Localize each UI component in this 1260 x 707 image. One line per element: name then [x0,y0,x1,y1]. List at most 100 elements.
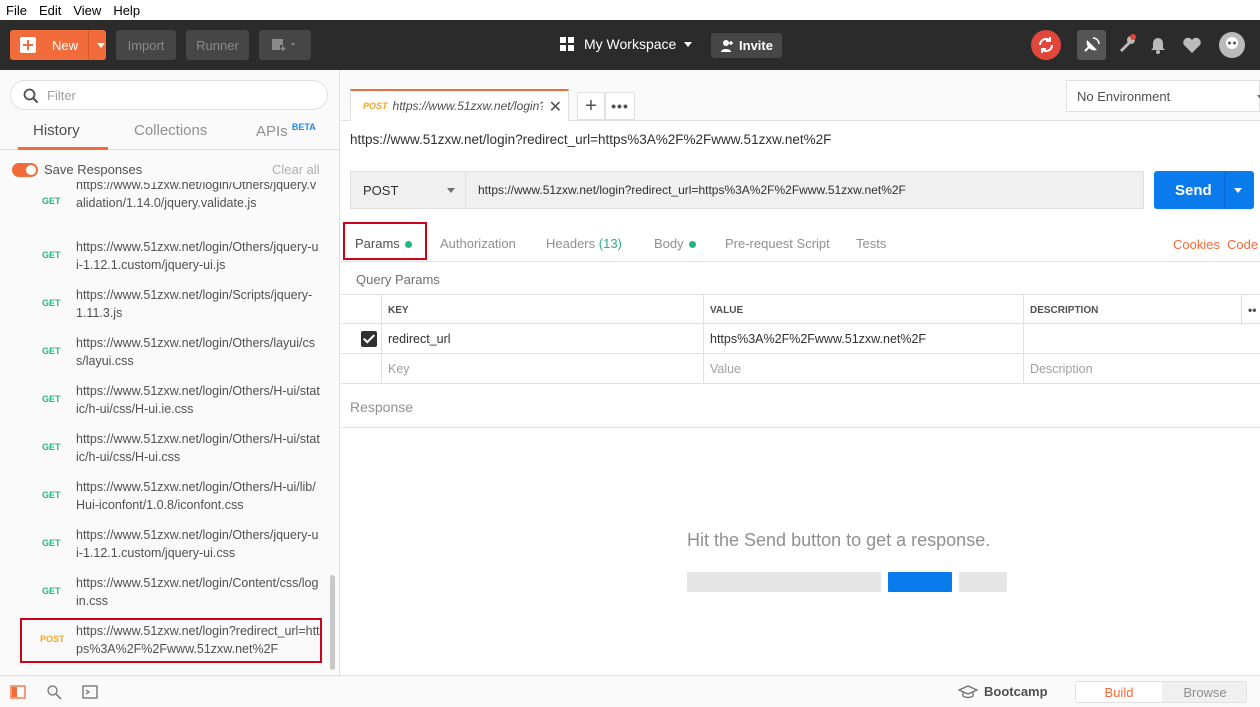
tab-apis-label: APIs [256,123,288,140]
history-url: https://www.51zxw.net/login/Scripts/jque… [76,288,313,320]
more-tabs-button[interactable]: ••• [605,92,635,120]
new-dropdown-caret-icon[interactable] [97,43,105,48]
history-url: https://www.51zxw.net/login/Others/H-ui/… [76,480,316,512]
app-header: New Import Runner My Workspace Invite [0,20,1260,70]
history-url: https://www.51zxw.net/login/Others/H-ui/… [76,384,320,416]
headers-count: (13) [598,236,622,251]
clear-all-button[interactable]: Clear all [272,162,320,177]
param-description[interactable] [1023,324,1260,354]
send-label: Send [1175,181,1212,199]
history-item[interactable]: GET https://www.51zxw.net/login/Others/j… [0,236,330,284]
row-checkbox[interactable] [361,331,377,347]
column-description: DESCRIPTION [1023,295,1241,325]
add-tab-button[interactable]: + [577,92,605,120]
method-badge: GET [42,346,61,356]
send-options-caret-icon[interactable] [1234,188,1242,193]
request-tab-bar: POST https://www.51zxw.net/login?r ✕ + •… [341,70,1260,121]
url-input[interactable]: https://www.51zxw.net/login?redirect_url… [466,171,1144,209]
beta-badge: BETA [291,122,316,132]
build-button[interactable]: Build [1076,682,1162,702]
invite-label: Invite [739,38,773,53]
status-bar: Bootcamp Build Browse [0,675,1260,707]
toggle-sidebar-icon[interactable] [10,684,26,700]
menu-file[interactable]: File [6,3,27,18]
tab-collections[interactable]: Collections [134,122,207,139]
import-button[interactable]: Import [116,30,176,60]
method-badge: GET [42,490,61,500]
history-item[interactable]: GET https://www.51zxw.net/login/Others/l… [0,332,330,380]
new-window-button[interactable] [259,30,311,60]
tab-tests[interactable]: Tests [856,236,886,251]
interceptor-button[interactable] [1077,30,1106,60]
history-item[interactable]: GET https://www.51zxw.net/login/Others/j… [0,524,330,572]
build-browse-toggle: Build Browse [1075,681,1247,703]
history-item[interactable]: GET https://www.51zxw.net/login/Content/… [0,572,330,620]
new-description-input[interactable]: Description [1023,354,1260,384]
workspace-switcher[interactable]: My Workspace [560,36,693,52]
satellite-icon [1084,37,1100,52]
tab-apis[interactable]: APIs BETA [256,122,316,140]
bootcamp-button[interactable]: Bootcamp [958,684,1048,699]
history-item[interactable]: GET https://www.51zxw.net/login/Others/H… [0,476,330,524]
notifications-bell-icon[interactable] [1150,34,1166,54]
request-title: https://www.51zxw.net/login?redirect_url… [350,132,832,147]
new-button[interactable]: New [10,30,106,60]
new-key-input[interactable]: Key [381,354,703,384]
method-dropdown[interactable]: POST [350,171,466,209]
history-item[interactable]: GET https://www.51zxw.net/login/Others/H… [0,428,330,476]
tab-headers-label: Headers [546,236,596,251]
tab-headers[interactable]: Headers (13) [546,236,622,251]
save-responses-label: Save Responses [44,162,143,177]
method-label: POST [363,182,399,198]
tab-history[interactable]: History [33,122,80,139]
menu-edit[interactable]: Edit [39,3,61,18]
table-row: redirect_url https%3A%2F%2Fwww.51zxw.net… [341,324,1260,354]
history-url: https://www.51zxw.net/login/Others/layui… [76,336,315,368]
send-button[interactable]: Send [1154,171,1254,209]
tab-body[interactable]: Body [654,236,696,251]
environment-select[interactable]: No Environment [1066,80,1260,112]
new-value-input[interactable]: Value [703,354,1023,384]
toggle-switch[interactable] [12,162,38,177]
menu-help[interactable]: Help [113,3,140,18]
console-icon[interactable] [82,684,98,700]
close-icon[interactable]: ✕ [549,97,562,117]
settings-wrench-icon[interactable] [1118,33,1138,55]
sidebar: Filter History Collections APIs BETA Sav… [0,70,340,675]
history-item[interactable]: GET https://www.51zxw.net/login/Others/H… [0,380,330,428]
method-badge: GET [42,196,61,206]
param-value[interactable]: https%3A%2F%2Fwww.51zxw.net%2F [703,324,1023,354]
history-url: https://www.51zxw.net/login/Others/jquer… [76,528,319,560]
plus-icon [20,37,36,53]
history-item[interactable]: GET https://www.51zxw.net/login/Others/j… [0,182,330,224]
browse-button[interactable]: Browse [1162,682,1248,702]
heart-icon[interactable] [1182,36,1202,54]
runner-button[interactable]: Runner [186,30,249,60]
code-link[interactable]: Code [1227,237,1258,252]
filter-input[interactable]: Filter [10,80,328,110]
active-tab-indicator [18,147,108,150]
menu-view[interactable]: View [73,3,101,18]
workspace-grid-icon [560,37,574,51]
history-url: https://www.51zxw.net/login/Others/H-ui/… [76,432,320,464]
method-badge: GET [42,442,61,452]
column-options-icon[interactable]: •• [1241,295,1260,325]
history-item[interactable]: GET https://www.51zxw.net/login/Scripts/… [0,284,330,332]
param-key[interactable]: redirect_url [381,324,703,354]
avatar[interactable] [1219,32,1245,58]
request-tabs: Params Authorization Headers (13) Body P… [341,220,1260,262]
tab-authorization[interactable]: Authorization [440,236,516,251]
tab-prerequest-script[interactable]: Pre-request Script [725,236,830,251]
menu-bar: File Edit View Help [0,0,1260,20]
find-icon[interactable] [46,684,62,700]
chevron-down-icon [447,188,455,193]
placeholder-bar-accent [888,572,952,592]
placeholder-bar [959,572,1007,592]
response-header: Response [341,386,1260,428]
sidebar-scrollbar[interactable] [330,575,335,670]
save-responses-toggle[interactable]: Save Responses [12,162,142,177]
request-tab[interactable]: POST https://www.51zxw.net/login?r ✕ [350,89,569,121]
invite-button[interactable]: Invite [711,33,782,58]
sync-icon[interactable] [1031,30,1061,60]
cookies-link[interactable]: Cookies [1173,237,1220,252]
